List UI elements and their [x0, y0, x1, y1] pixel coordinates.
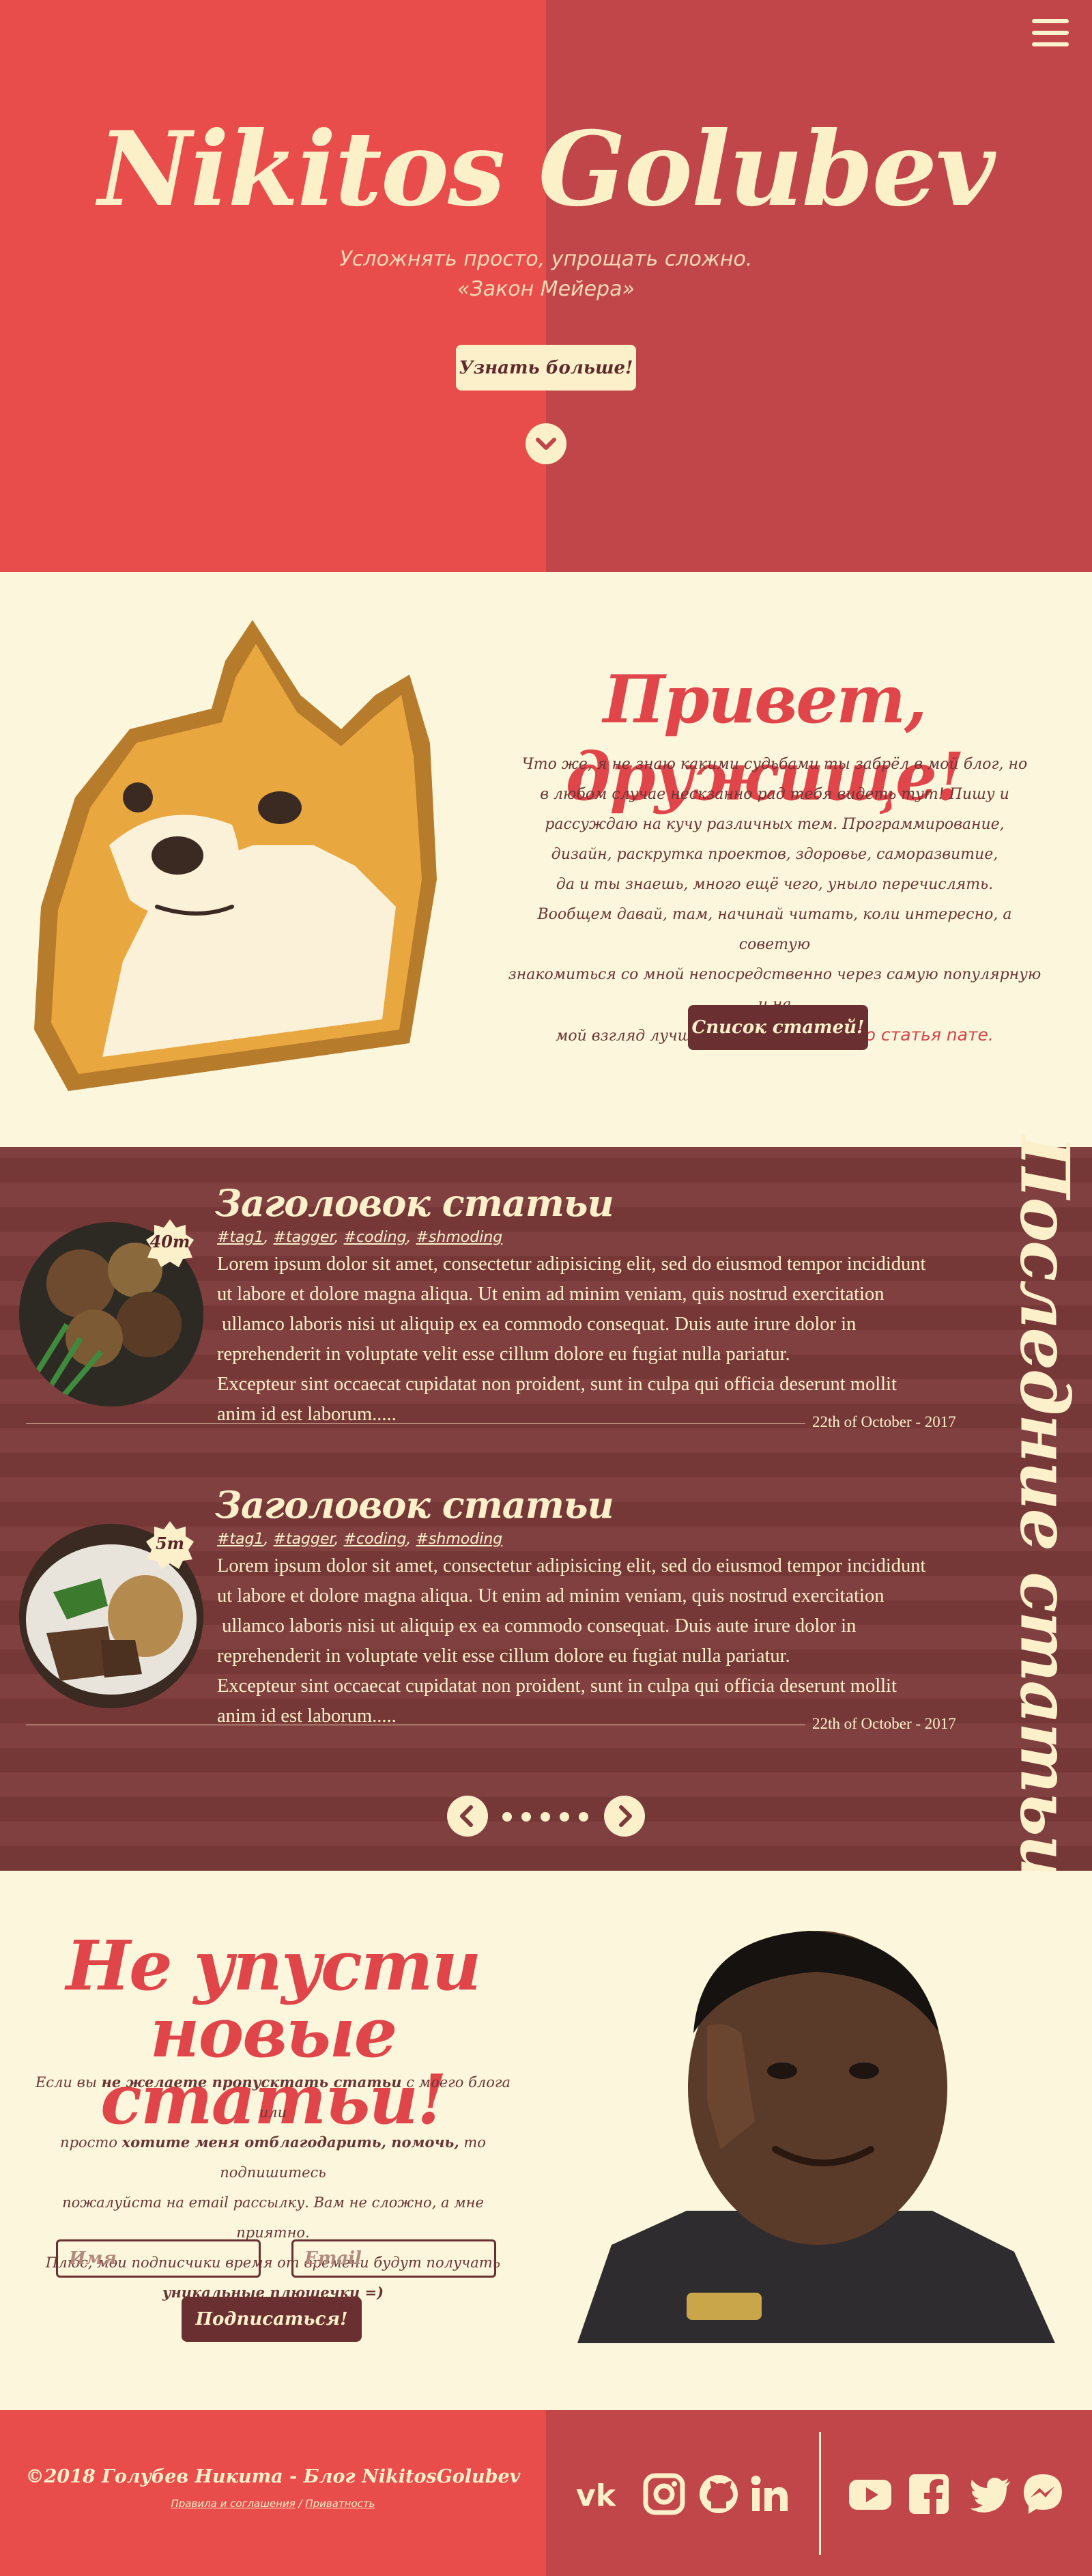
intro-line: да и ты знаешь, много ещё чего, уныло пе…	[556, 876, 994, 893]
read-time-badge: 40m	[146, 1219, 194, 1267]
excerpt-line: Excepteur sint occaecat cupidatat non pr…	[217, 1374, 897, 1395]
article-card: 5m Заголовок статьи #tag1, #tagger, #cod…	[0, 1449, 983, 1742]
excerpt-line: ut labore et dolore magna aliqua. Ut eni…	[217, 1284, 885, 1305]
text-span: Если вы	[35, 2074, 102, 2091]
subscribe-line: Если вы не желаете пропусктать статьи с …	[27, 2067, 519, 2127]
pager-dot[interactable]	[521, 1812, 531, 1822]
tag-link[interactable]: #tagger	[274, 1229, 334, 1246]
hero-quote: Усложнять просто, упрощать сложно. «Зако…	[0, 244, 1092, 305]
intro-line: дизайн, раскрутка проектов, здоровье, са…	[551, 846, 998, 863]
rules-link[interactable]: Правила и соглашения	[171, 2497, 296, 2510]
excerpt-line: reprehenderit in voluptate velit esse ci…	[217, 1344, 790, 1365]
prev-arrow-icon[interactable]	[447, 1796, 488, 1837]
article-excerpt: Lorem ipsum dolor sit amet, consectetur …	[217, 1249, 975, 1430]
svg-text:vk: vk	[576, 2478, 617, 2513]
excerpt-line: ut labore et dolore magna aliqua. Ut eni…	[217, 1585, 885, 1607]
read-time-text: 5m	[155, 1533, 185, 1553]
article-date: 22th of October - 2017	[812, 1413, 956, 1430]
subscribe-line: пожалуйста на email рассылку. Вам не сло…	[62, 2194, 484, 2241]
text-bold: хотите меня отблагодарить, помочь,	[121, 2134, 459, 2151]
intro-line: рассуждаю на кучу различных тем. Програм…	[545, 816, 1005, 833]
messenger-icon[interactable]	[1020, 2472, 1065, 2517]
pager-dot[interactable]	[541, 1812, 550, 1822]
github-icon[interactable]	[696, 2472, 741, 2517]
read-time-text: 40m	[149, 1232, 190, 1251]
article-divider	[26, 1423, 805, 1424]
name-field[interactable]	[56, 2239, 261, 2278]
footer-divider	[819, 2432, 821, 2555]
quote-text: Усложнять просто, упрощать сложно.	[339, 247, 753, 271]
tag-link[interactable]: #tag1	[217, 1531, 264, 1548]
excerpt-line: ullamco laboris nisi ut aliquip ex ea co…	[217, 1615, 857, 1637]
pager-dot[interactable]	[579, 1812, 588, 1822]
text-bold: не желаете пропусктать статьи	[101, 2073, 402, 2091]
tag-link[interactable]: #coding	[344, 1229, 407, 1246]
scroll-down-chevron-icon[interactable]	[526, 423, 566, 464]
quote-author: «Закон Мейера»	[457, 277, 635, 301]
learn-more-button[interactable]: Узнать больше!	[456, 345, 636, 391]
privacy-link[interactable]: Приватность	[305, 2497, 375, 2510]
article-card: 40m Заголовок статьи #tag1, #tagger, #co…	[0, 1147, 983, 1441]
article-tags: #tag1, #tagger, #coding, #shmoding	[217, 1229, 503, 1246]
intro-line: Вообщем давай, там, начинай читать, коли…	[537, 906, 1012, 953]
pager-dot[interactable]	[502, 1812, 512, 1822]
excerpt-line: Excepteur sint occaecat cupidatat non pr…	[217, 1675, 897, 1697]
linkedin-icon[interactable]	[747, 2472, 792, 2517]
tag-link[interactable]: #coding	[344, 1531, 407, 1548]
subscribe-title-line: Не упусти	[66, 1925, 482, 2006]
excerpt-line: Lorem ipsum dolor sit amet, consectetur …	[217, 1555, 926, 1576]
articles-pager	[447, 1796, 645, 1837]
subscribe-section: Не упусти новые статьи! Если вы не желае…	[0, 1871, 1092, 2410]
doge-illustration	[34, 620, 437, 1091]
intro-section: Привет, дружище! Что же, я не знаю каким…	[0, 572, 1092, 1147]
latest-articles-section: Последние статьи 40m Заголовок статьи #t…	[0, 1135, 1092, 1882]
intro-line: в любом случае нескзанно рад тебя видеть…	[540, 786, 1009, 803]
subscribe-button[interactable]: Подписаться!	[182, 2297, 362, 2342]
pager-dot[interactable]	[560, 1812, 569, 1822]
email-field[interactable]	[291, 2239, 496, 2278]
legal-links: Правила и соглашения / Приватность	[0, 2497, 546, 2510]
meme-photo	[550, 1924, 1065, 2343]
read-time-badge: 5m	[146, 1521, 194, 1569]
excerpt-line: reprehenderit in voluptate velit esse ci…	[217, 1645, 790, 1667]
tag-link[interactable]: #shmoding	[416, 1531, 503, 1548]
hero-section: Nikitos Golubev Усложнять просто, упроща…	[0, 0, 1092, 572]
twitter-icon[interactable]	[968, 2472, 1013, 2517]
tag-link[interactable]: #tagger	[274, 1531, 334, 1548]
next-arrow-icon[interactable]	[604, 1796, 645, 1837]
copyright-text: ©2018 Голубев Никита - Блог NikitosGolub…	[25, 2466, 521, 2487]
tag-link[interactable]: #shmoding	[416, 1229, 503, 1246]
side-title-text: Последние статьи	[1005, 1135, 1084, 1882]
tag-link[interactable]: #tag1	[217, 1229, 264, 1246]
legal-separator: /	[295, 2497, 306, 2510]
footer-left-panel	[0, 2410, 546, 2576]
footer: ©2018 Голубев Никита - Блог NikitosGolub…	[0, 2410, 1092, 2576]
instagram-icon[interactable]	[642, 2472, 687, 2517]
article-title[interactable]: Заголовок статьи	[215, 1181, 614, 1225]
article-title[interactable]: Заголовок статьи	[215, 1483, 614, 1527]
article-date: 22th of October - 2017	[812, 1715, 956, 1732]
hamburger-menu-icon[interactable]	[1032, 19, 1069, 52]
excerpt-line: Lorem ipsum dolor sit amet, consectetur …	[217, 1254, 926, 1275]
article-excerpt: Lorem ipsum dolor sit amet, consectetur …	[217, 1551, 975, 1731]
youtube-icon[interactable]	[848, 2472, 893, 2517]
site-title: Nikitos Golubev	[98, 109, 996, 229]
article-tags: #tag1, #tagger, #coding, #shmoding	[217, 1531, 503, 1548]
articles-list-button[interactable]: Список статей!	[688, 1005, 868, 1050]
facebook-icon[interactable]	[906, 2472, 951, 2517]
side-title: Последние статьи	[1005, 1135, 1084, 1882]
subscribe-line: просто хотите меня отблагодарить, помочь…	[27, 2127, 519, 2188]
text-span: просто	[60, 2134, 122, 2151]
intro-line: Что же, я не знаю какими судьбами ты заб…	[521, 756, 1028, 773]
vk-icon[interactable]: vk	[573, 2472, 618, 2517]
excerpt-line: ullamco laboris nisi ut aliquip ex ea co…	[217, 1314, 857, 1335]
